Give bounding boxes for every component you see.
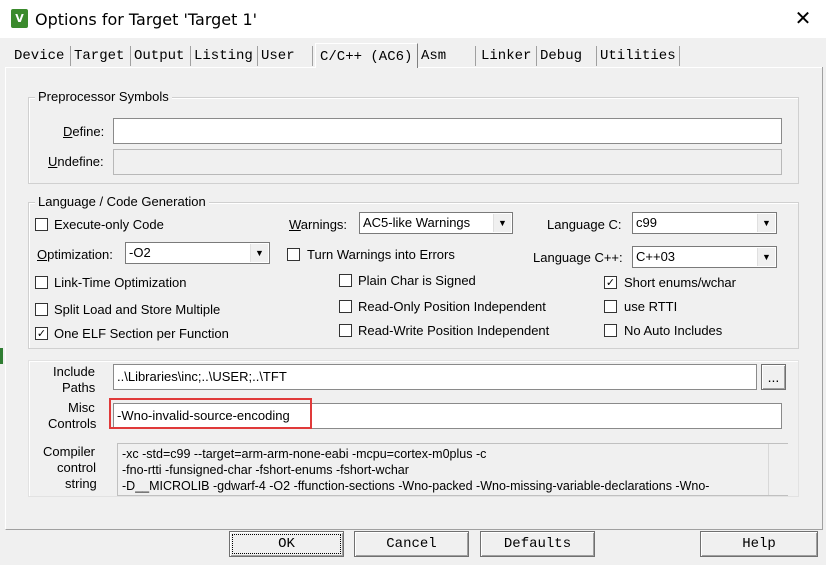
rw-position-indep-checkbox[interactable] [339,324,352,337]
split-load-store-label: Split Load and Store Multiple [54,302,221,317]
ro-position-indep-checkbox[interactable] [339,300,352,313]
compiler-scrollbar[interactable] [768,444,788,495]
compiler-label-line3: string [65,476,97,491]
language-c-value: c99 [636,215,657,230]
chevron-down-icon: ▼ [757,248,775,266]
tab-device[interactable]: Device [11,46,71,66]
language-c-label: Language C: [547,217,622,232]
compiler-label-line1: Compiler [43,444,96,459]
include-paths-input[interactable]: ..\Libraries\inc;..\USER;..\TFT [113,364,757,390]
no-auto-includes-checkbox[interactable] [604,324,617,337]
one-elf-section-label: One ELF Section per Function [54,326,229,341]
compiler-line: -fno-rtti -funsigned-char -fshort-enums … [122,463,409,477]
rw-position-indep-label: Read-Write Position Independent [358,323,550,338]
use-rtti-checkbox[interactable] [604,300,617,313]
language-c-select[interactable]: c99 ▼ [632,212,777,234]
define-label: Define: [63,124,105,139]
plain-char-signed-label: Plain Char is Signed [358,273,476,288]
include-label-line2: Paths [62,380,96,395]
tab-utilities[interactable]: Utilities [597,46,680,66]
preprocessor-group-label: Preprocessor Symbols [35,89,172,104]
help-button[interactable]: Help [700,531,818,557]
cancel-button[interactable]: Cancel [354,531,469,557]
chevron-down-icon: ▼ [250,244,268,262]
include-label-line1: Include [53,364,95,379]
close-icon[interactable]: ✕ [792,6,814,30]
undefine-input[interactable] [113,149,782,175]
split-load-store-checkbox[interactable] [35,303,48,316]
compiler-line: -xc -std=c99 --target=arm-arm-none-eabi … [122,447,487,461]
language-group-label: Language / Code Generation [35,194,209,209]
one-elf-section-checkbox[interactable]: ✓ [35,327,48,340]
window-title: Options for Target 'Target 1' [35,10,258,29]
optimization-label: Optimization: [37,247,113,262]
short-enums-label: Short enums/wchar [624,275,736,290]
warnings-label: Warnings: [289,217,348,232]
language-cpp-label: Language C++: [533,250,623,265]
defaults-button[interactable]: Defaults [480,531,595,557]
short-enums-checkbox[interactable]: ✓ [604,276,617,289]
keil-uvision-icon: V [11,9,28,28]
use-rtti-label: use RTTI [624,299,678,314]
tab-cc-ac6[interactable]: C/C++ (AC6) [315,43,418,68]
execute-only-label: Execute-only Code [54,217,164,232]
misc-label-line2: Controls [48,416,97,431]
turn-warnings-errors-checkbox[interactable] [287,248,300,261]
tab-target[interactable]: Target [71,46,131,66]
tab-listing[interactable]: Listing [191,46,258,66]
optimization-select[interactable]: -O2 ▼ [125,242,270,264]
execute-only-checkbox[interactable] [35,218,48,231]
highlight-annotation [109,398,312,429]
tab-debug[interactable]: Debug [537,46,597,66]
include-browse-button[interactable]: ... [761,364,786,390]
tab-user[interactable]: User [258,46,313,66]
ro-position-indep-label: Read-Only Position Independent [358,299,546,314]
no-auto-includes-label: No Auto Includes [624,323,723,338]
language-cpp-value: C++03 [636,249,676,264]
turn-warnings-errors-label: Turn Warnings into Errors [307,247,455,262]
define-input[interactable] [113,118,782,144]
plain-char-signed-checkbox[interactable] [339,274,352,287]
undefine-label: Undefine: [48,154,104,169]
language-cpp-select[interactable]: C++03 ▼ [632,246,777,268]
compiler-control-string[interactable]: -xc -std=c99 --target=arm-arm-none-eabi … [117,443,788,496]
warnings-select[interactable]: AC5-like Warnings ▼ [359,212,513,234]
optimization-value: -O2 [129,245,151,260]
compiler-line: -D__MICROLIB -gdwarf-4 -O2 -ffunction-se… [122,479,710,493]
warnings-value: AC5-like Warnings [363,215,471,230]
link-time-opt-label: Link-Time Optimization [54,275,187,290]
tab-asm[interactable]: Asm [418,46,476,66]
compiler-label-line2: control [57,460,97,475]
tab-output[interactable]: Output [131,46,191,66]
chevron-down-icon: ▼ [757,214,775,232]
edge-marker [0,348,3,364]
link-time-opt-checkbox[interactable] [35,276,48,289]
misc-label-line1: Misc [68,400,95,415]
chevron-down-icon: ▼ [493,214,511,232]
ok-button[interactable]: OK [229,531,344,557]
tab-linker[interactable]: Linker [478,46,537,66]
